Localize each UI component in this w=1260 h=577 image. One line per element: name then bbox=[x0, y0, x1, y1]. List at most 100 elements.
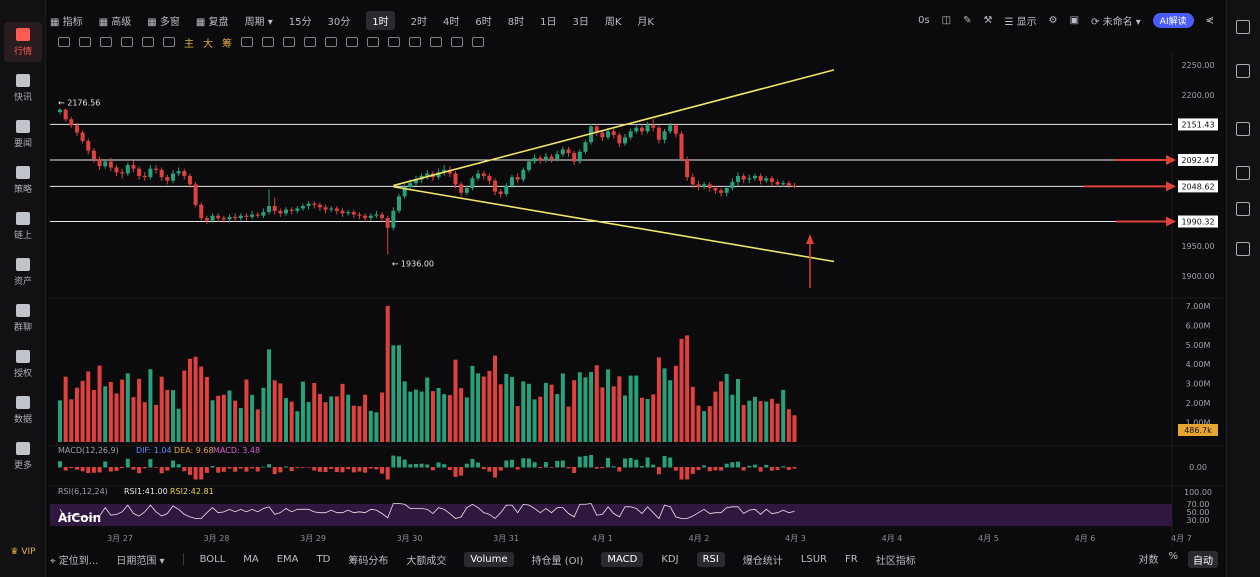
bottom-right: 对数% 自动 bbox=[1138, 550, 1218, 568]
timeframe-14[interactable]: 周K bbox=[605, 13, 622, 28]
scale-option-1[interactable]: % bbox=[1168, 551, 1178, 568]
trash-icon[interactable] bbox=[430, 37, 442, 47]
sidebar-item-4[interactable]: 链上 bbox=[4, 206, 42, 246]
sidebar-item-8[interactable]: 数据 bbox=[4, 390, 42, 430]
candle-body bbox=[719, 190, 724, 193]
indicator-8[interactable]: MACD bbox=[601, 551, 644, 567]
lock-icon[interactable] bbox=[367, 37, 379, 47]
redo-icon[interactable] bbox=[472, 37, 484, 47]
draw-label-0[interactable]: 主 bbox=[184, 35, 194, 50]
timeframe-6[interactable]: 30分 bbox=[328, 13, 351, 28]
indicator-1[interactable]: MA bbox=[243, 554, 258, 565]
doc-icon[interactable] bbox=[1236, 20, 1250, 34]
timeframe-4[interactable]: 周期 ▾ bbox=[245, 13, 273, 28]
layout-name[interactable]: ⟳ 未命名 ▾ bbox=[1091, 13, 1141, 28]
sidebar-item-1[interactable]: 快讯 bbox=[4, 68, 42, 108]
volume-bar bbox=[114, 393, 119, 442]
draw-label-2[interactable]: 筹 bbox=[222, 35, 232, 50]
sidebar-item-6[interactable]: 群聊 bbox=[4, 298, 42, 338]
share-icon[interactable]: ⋞ bbox=[1206, 15, 1214, 26]
settings-icon[interactable]: ⚙ bbox=[1049, 15, 1058, 26]
scale-option-0[interactable]: 对数 bbox=[1138, 551, 1158, 568]
timeframe-5[interactable]: 15分 bbox=[289, 13, 312, 28]
indicator-13[interactable]: FR bbox=[845, 554, 858, 565]
layers-icon[interactable] bbox=[1236, 166, 1250, 180]
candle-body bbox=[510, 177, 514, 186]
magnet-icon[interactable] bbox=[262, 37, 274, 47]
camera-icon[interactable]: ◫ bbox=[942, 15, 951, 26]
sidebar-item-7[interactable]: 授权 bbox=[4, 344, 42, 384]
trendline-0[interactable] bbox=[393, 69, 835, 187]
trendline-1[interactable] bbox=[393, 185, 835, 263]
draw-label-1[interactable]: 大 bbox=[203, 35, 213, 50]
bottom-left-1[interactable]: 日期范围 ▾ bbox=[116, 552, 164, 567]
indicator-5[interactable]: 大额成交 bbox=[406, 552, 446, 567]
timeframe-1[interactable]: ▦ 高级 bbox=[99, 13, 132, 28]
indicator-12[interactable]: LSUR bbox=[801, 554, 827, 565]
undo-icon[interactable] bbox=[451, 37, 463, 47]
list-icon[interactable] bbox=[1236, 122, 1250, 136]
horizontal-line-icon[interactable] bbox=[79, 37, 91, 47]
sidebar-item-3[interactable]: 策略 bbox=[4, 160, 42, 200]
filter-icon[interactable] bbox=[409, 37, 421, 47]
ai-explain-button[interactable]: AI解读 bbox=[1152, 12, 1194, 28]
copy-icon[interactable] bbox=[241, 37, 253, 47]
screen-icon[interactable]: ▣ bbox=[1070, 15, 1079, 26]
price-chart[interactable]: ← 2176.56 ← 1936.00 2250.00 2200.00 2151.43 2… bbox=[50, 52, 1224, 547]
timeframe-2[interactable]: ▦ 多窗 bbox=[147, 13, 180, 28]
sidebar-item-2[interactable]: 要闻 bbox=[4, 114, 42, 154]
indicator-14[interactable]: 社区指标 bbox=[876, 552, 916, 567]
refresh-icon[interactable] bbox=[1236, 242, 1250, 256]
bottom-left-0[interactable]: ⌖ 定位到... bbox=[50, 552, 98, 567]
timeframe-8[interactable]: 2时 bbox=[411, 13, 427, 28]
macd-bar bbox=[346, 467, 351, 470]
indicator-3[interactable]: TD bbox=[317, 554, 331, 565]
timeframe-12[interactable]: 1日 bbox=[540, 13, 556, 28]
sidebar-item-9[interactable]: 更多 bbox=[4, 436, 42, 476]
scale-option-2[interactable]: 自动 bbox=[1188, 550, 1218, 568]
timeframe-10[interactable]: 6时 bbox=[475, 13, 491, 28]
calendar-icon[interactable] bbox=[1236, 64, 1250, 78]
indicator-10[interactable]: RSI bbox=[696, 551, 725, 567]
macd-bar bbox=[679, 467, 684, 480]
fib-icon[interactable] bbox=[142, 37, 154, 47]
zoom-in-icon[interactable] bbox=[283, 37, 295, 47]
indicator-11[interactable]: 爆仓统计 bbox=[743, 552, 783, 567]
pencil-icon[interactable]: ✎ bbox=[963, 15, 971, 26]
indicator-0[interactable]: BOLL bbox=[200, 554, 226, 565]
arrow-line-icon[interactable] bbox=[58, 37, 70, 47]
timeframe-15[interactable]: 月K bbox=[637, 13, 654, 28]
candle-body bbox=[391, 210, 396, 228]
macd-bar bbox=[80, 467, 85, 472]
indicator-4[interactable]: 筹码分布 bbox=[348, 552, 388, 567]
indicator-6[interactable]: Volume bbox=[464, 551, 514, 567]
zoom-out-icon[interactable] bbox=[304, 37, 316, 47]
line-icon[interactable] bbox=[163, 37, 175, 47]
timeframe-3[interactable]: ▦ 复盘 bbox=[196, 13, 229, 28]
candle-body bbox=[786, 183, 791, 186]
eye-icon[interactable] bbox=[388, 37, 400, 47]
ray-icon[interactable] bbox=[121, 37, 133, 47]
link-icon[interactable] bbox=[346, 37, 358, 47]
bot-icon[interactable] bbox=[1236, 202, 1250, 216]
sidebar-item-0[interactable]: 行情 bbox=[4, 22, 42, 62]
sidebar-item-5[interactable]: 资产 bbox=[4, 252, 42, 292]
timeframe-11[interactable]: 8时 bbox=[508, 13, 524, 28]
indicator-9[interactable]: KDJ bbox=[661, 554, 678, 565]
timeframe-7[interactable]: 1时 bbox=[366, 10, 395, 30]
timeframe-9[interactable]: 4时 bbox=[443, 13, 459, 28]
timeframe-0[interactable]: ▦ 指标 bbox=[50, 13, 83, 28]
sidebar-item-label: 数据 bbox=[13, 414, 32, 425]
display-toggle[interactable]: ☰ 显示 bbox=[1004, 13, 1036, 28]
macd-bar bbox=[216, 467, 221, 473]
rsi-label: RSI(6,12,24) bbox=[58, 487, 108, 496]
tools-icon[interactable]: ⚒ bbox=[983, 15, 992, 26]
vip-badge[interactable]: ♛ VIP bbox=[4, 547, 42, 557]
timeframe-13[interactable]: 3日 bbox=[572, 13, 588, 28]
macd-bar bbox=[538, 467, 543, 468]
candle-body bbox=[572, 153, 577, 162]
parallel-lines-icon[interactable] bbox=[100, 37, 112, 47]
indicator-2[interactable]: EMA bbox=[277, 554, 299, 565]
indicator-7[interactable]: 持仓量 (OI) bbox=[532, 552, 584, 567]
brush-icon[interactable] bbox=[325, 37, 337, 47]
